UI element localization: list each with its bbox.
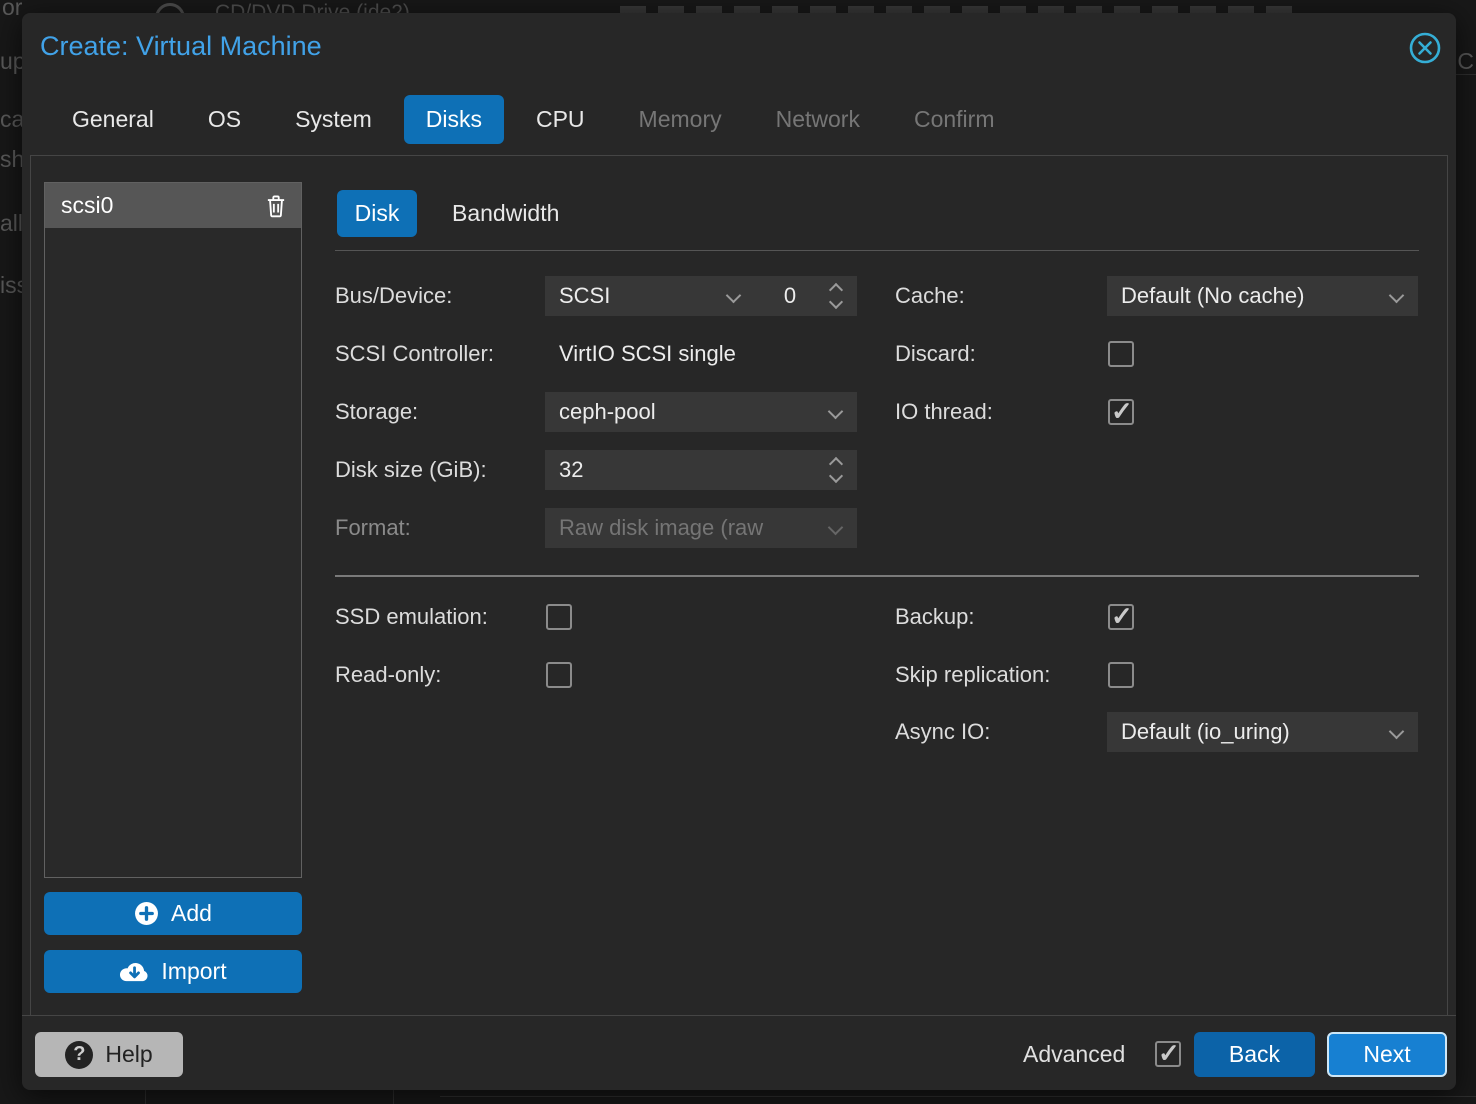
wizard-tabs: General OS System Disks CPU Memory Netwo… (50, 95, 1016, 144)
scsi-controller-label: SCSI Controller: (335, 334, 494, 374)
storage-value: ceph-pool (559, 399, 656, 424)
scsi-controller-value: VirtIO SCSI single (559, 334, 736, 374)
bus-device-field[interactable]: SCSI 0 (545, 276, 857, 316)
close-icon[interactable] (1408, 31, 1442, 65)
storage-label: Storage: (335, 392, 418, 432)
cache-select[interactable]: Default (No cache) (1107, 276, 1418, 316)
background-page-left: or sh all iss (0, 0, 22, 1104)
background-blurred-text (620, 6, 1300, 13)
advanced-checkbox[interactable] (1155, 1041, 1181, 1067)
tab-network: Network (754, 95, 882, 144)
tab-cpu[interactable]: CPU (514, 95, 607, 144)
async-io-select[interactable]: Default (io_uring) (1107, 712, 1418, 752)
import-button-label: Import (161, 958, 226, 985)
tab-memory: Memory (617, 95, 744, 144)
subtab-disk[interactable]: Disk (337, 190, 417, 237)
background-radio-icon (155, 3, 185, 13)
subtab-bandwidth[interactable]: Bandwidth (452, 190, 559, 237)
device-number-value[interactable]: 0 (760, 276, 820, 316)
disk-item-label: scsi0 (45, 192, 263, 219)
async-io-label: Async IO: (895, 712, 990, 752)
io-thread-label: IO thread: (895, 392, 993, 432)
cloud-download-icon (119, 959, 149, 984)
disk-size-input[interactable]: 32 (545, 450, 857, 490)
footer-divider (22, 1015, 1456, 1016)
import-button[interactable]: Import (44, 950, 302, 993)
tab-os[interactable]: OS (186, 95, 263, 144)
number-stepper-icon[interactable] (829, 456, 845, 484)
background-row-label: CD/DVD Drive (ide2) (215, 1, 410, 13)
background-text-fragment: all (0, 210, 22, 237)
background-text-fragment: or (2, 0, 22, 21)
back-button-label: Back (1229, 1041, 1280, 1068)
discard-label: Discard: (895, 334, 976, 374)
format-label: Format: (335, 508, 411, 548)
disk-list: scsi0 (44, 182, 302, 878)
format-value: Raw disk image (raw (559, 515, 763, 540)
backup-checkbox[interactable] (1108, 604, 1134, 630)
add-button[interactable]: Add (44, 892, 302, 935)
read-only-checkbox[interactable] (546, 662, 572, 688)
skip-replication-label: Skip replication: (895, 655, 1050, 695)
help-button-label: Help (105, 1041, 152, 1068)
chevron-down-icon[interactable] (1389, 288, 1405, 304)
add-button-label: Add (171, 900, 212, 927)
tab-confirm: Confirm (892, 95, 1017, 144)
plus-circle-icon (134, 901, 159, 926)
back-button[interactable]: Back (1194, 1032, 1315, 1077)
background-text-fragment: sh (0, 146, 22, 173)
chevron-down-icon[interactable] (726, 288, 742, 304)
background-page-top: CD/DVD Drive (ide2) (0, 0, 1476, 13)
ssd-emulation-label: SSD emulation: (335, 597, 488, 637)
next-button[interactable]: Next (1327, 1032, 1447, 1077)
form-divider (335, 575, 1419, 577)
trash-icon[interactable] (263, 193, 289, 219)
storage-select[interactable]: ceph-pool (545, 392, 857, 432)
disk-list-item-scsi0[interactable]: scsi0 (45, 183, 301, 228)
discard-checkbox[interactable] (1108, 341, 1134, 367)
bus-device-label: Bus/Device: (335, 276, 452, 316)
question-circle-icon: ? (65, 1041, 93, 1069)
background-text-fragment: ca (0, 106, 24, 133)
background-text-fragment: iss (0, 272, 22, 299)
background-page-right: C (1456, 0, 1476, 1104)
tab-system[interactable]: System (273, 95, 394, 144)
create-vm-dialog: Create: Virtual Machine General OS Syste… (22, 13, 1456, 1090)
ssd-emulation-checkbox[interactable] (546, 604, 572, 630)
cache-value: Default (No cache) (1121, 283, 1304, 308)
disk-size-label: Disk size (GiB): (335, 450, 487, 490)
chevron-down-icon[interactable] (1389, 724, 1405, 740)
async-io-value: Default (io_uring) (1121, 719, 1290, 744)
background-text-fragment: C (1457, 48, 1474, 75)
tab-general[interactable]: General (50, 95, 176, 144)
io-thread-checkbox[interactable] (1108, 399, 1134, 425)
tab-disks[interactable]: Disks (404, 95, 504, 144)
bus-select-value[interactable]: SCSI (559, 283, 610, 308)
help-button[interactable]: ? Help (35, 1032, 183, 1077)
chevron-down-icon (828, 520, 844, 536)
skip-replication-checkbox[interactable] (1108, 662, 1134, 688)
backup-label: Backup: (895, 597, 975, 637)
format-select: Raw disk image (raw (545, 508, 857, 548)
read-only-label: Read-only: (335, 655, 441, 695)
number-stepper-icon[interactable] (829, 282, 845, 310)
disk-size-value: 32 (559, 457, 583, 482)
subtab-divider (335, 250, 1419, 251)
next-button-label: Next (1363, 1041, 1410, 1068)
dialog-title: Create: Virtual Machine (40, 31, 322, 62)
chevron-down-icon[interactable] (828, 404, 844, 420)
advanced-label: Advanced (1023, 1032, 1125, 1077)
cache-label: Cache: (895, 276, 965, 316)
